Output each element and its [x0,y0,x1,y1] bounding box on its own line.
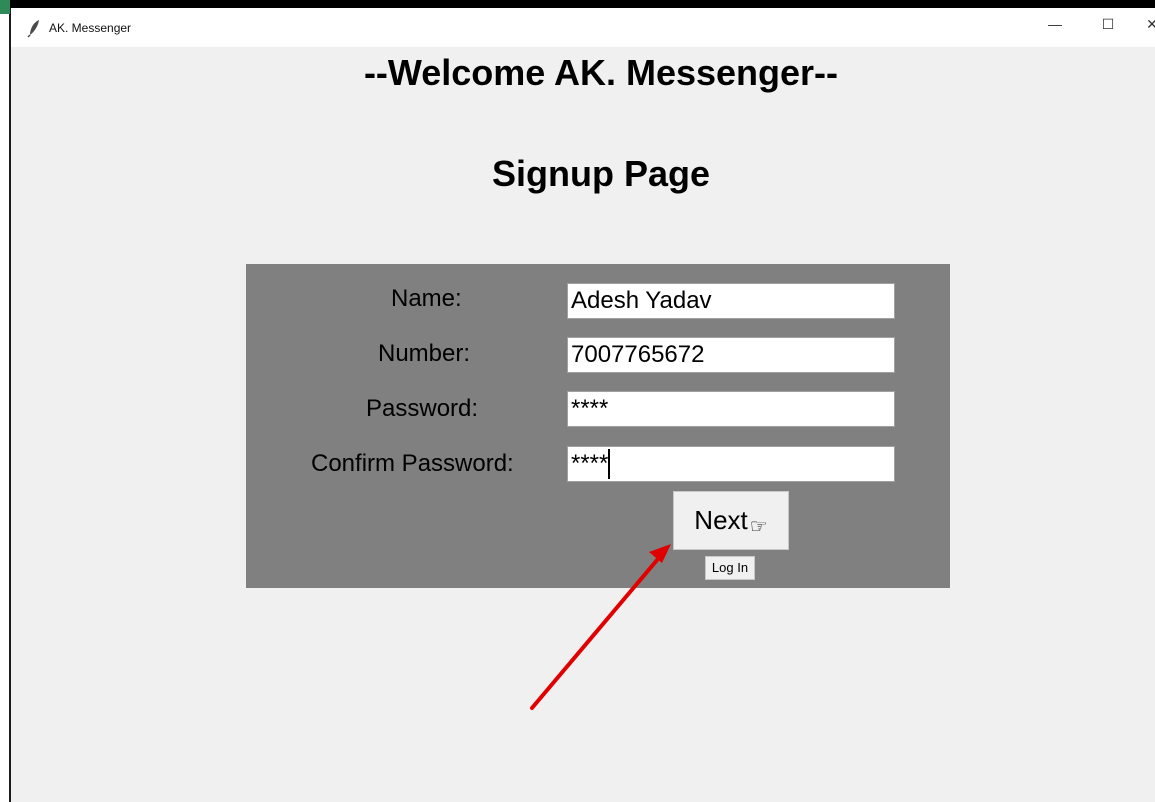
text-caret [608,449,611,479]
window-titlebar: AK. Messenger — ☐ ✕ [11,8,1155,47]
page-subheading: Signup Page [491,153,711,194]
signup-form-panel: Name: Adesh Yadav Number: 7007765672 Pas… [246,264,950,588]
password-value: **** [571,395,609,422]
taskbar-accent [0,0,10,14]
maximize-button[interactable]: ☐ [1098,14,1118,34]
number-field[interactable]: 7007765672 [567,337,895,373]
next-button-label: Next [694,505,748,535]
name-label: Name: [391,285,462,312]
password-label: Password: [366,395,479,422]
welcome-heading: --Welcome AK. Messenger-- [363,52,839,93]
confirm-password-label: Confirm Password: [311,450,514,477]
next-button[interactable]: Next ☞ [673,491,789,550]
confirm-password-field[interactable]: **** [567,446,895,482]
feather-icon [23,18,45,38]
screen-top-bar [0,0,1155,8]
close-button[interactable]: ✕ [1146,14,1155,34]
number-label: Number: [378,340,471,367]
window-title: AK. Messenger [49,20,132,35]
login-button[interactable]: Log In [705,556,755,580]
name-field[interactable]: Adesh Yadav [567,283,895,319]
pointing-hand-icon: ☞ [749,516,768,538]
minimize-button[interactable]: — [1045,14,1065,34]
confirm-password-value: **** [571,450,609,477]
password-field[interactable]: **** [567,391,895,427]
